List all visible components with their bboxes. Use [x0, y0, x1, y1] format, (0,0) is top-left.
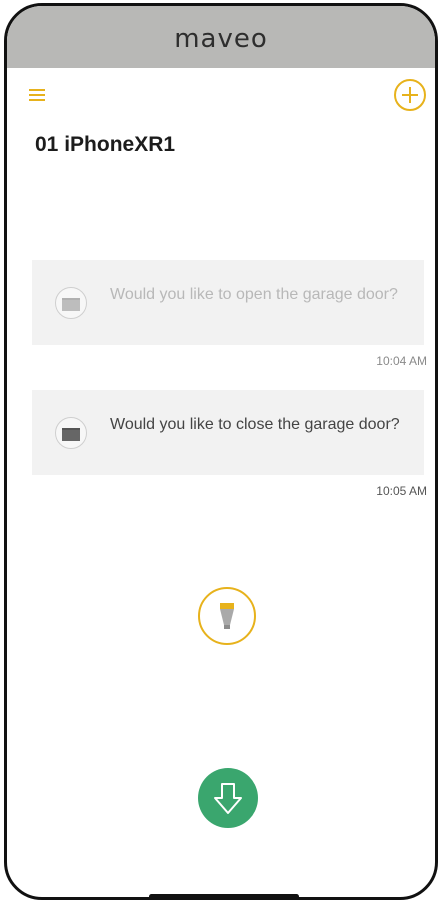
maveo-logo: maveo: [174, 24, 268, 54]
message-open-garage[interactable]: Would you like to open the garage door?: [32, 260, 424, 345]
home-indicator: [149, 894, 299, 897]
menu-icon[interactable]: [29, 89, 45, 101]
page-title: 01 iPhoneXR1: [35, 133, 176, 156]
phone-frame: maveo 01 iPhoneXR1 Would you like to ope…: [4, 3, 438, 900]
plus-circle-icon[interactable]: [393, 78, 427, 112]
message-time: 10:04 AM: [376, 354, 427, 368]
message-text: Would you like to open the garage door?: [110, 286, 398, 303]
message-text: Would you like to close the garage door?: [110, 416, 400, 433]
scroll-down-button[interactable]: [198, 768, 258, 828]
app-header: maveo: [7, 6, 435, 68]
lightbulb-icon: [220, 603, 234, 629]
garage-door-icon: [55, 287, 87, 319]
message-time: 10:05 AM: [376, 484, 427, 498]
message-close-garage[interactable]: Would you like to close the garage door?: [32, 390, 424, 475]
garage-door-icon: [55, 417, 87, 449]
arrow-down-icon: [214, 783, 242, 814]
lightbulb-button[interactable]: [198, 587, 256, 645]
